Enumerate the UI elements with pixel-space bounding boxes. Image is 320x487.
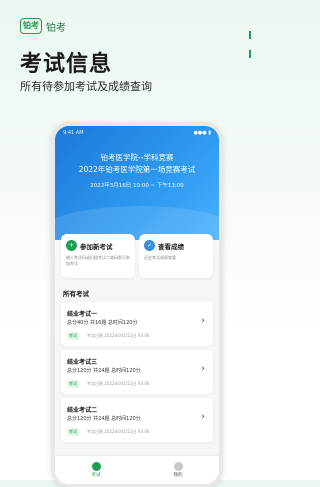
phone-mockup: 9:41 AM ●●● ▮ 铂考医学院--学科竞赛 2022年铂考医学院第一场竞… <box>51 122 223 487</box>
view-scores-desc: 历史考试成绩查看 <box>144 255 176 260</box>
exam-tag: 考试 <box>67 428 79 436</box>
exam-name: 结业考试一 <box>67 311 98 318</box>
join-exam-title: 参加新考试 <box>80 242 113 251</box>
exam-meta: 总分120分 共24题 总时间120分 <box>67 416 141 422</box>
plus-exam-icon: + <box>66 240 77 251</box>
chevron-right-icon: › <box>201 412 205 422</box>
banner-line-3: 2022年3月16日 10:00 ~ 下午13:00 <box>90 183 184 189</box>
status-time: 9:41 AM <box>63 130 84 136</box>
exam-name: 结业考试三 <box>67 359 98 366</box>
page-title: 考试信息 <box>20 52 113 77</box>
join-exam-desc: 输入考试码或扫描考试二维码即可参加考试 <box>66 255 130 266</box>
exam-item[interactable]: 结业考试三 总分120分 共24题 总时间120分 考试 考试日期 2022年0… <box>61 350 213 394</box>
section-title: 所有考试 <box>63 290 89 298</box>
exam-name: 结业考试二 <box>67 407 98 414</box>
view-scores-title: 查看成绩 <box>158 242 184 251</box>
phone-screen: 9:41 AM ●●● ▮ 铂考医学院--学科竞赛 2022年铂考医学院第一场竞… <box>55 126 219 484</box>
exam-date: 考试日期 2022年04月11日 00:00 <box>87 381 150 386</box>
tab-profile[interactable]: 我的 <box>173 462 183 478</box>
view-scores-card[interactable]: ✓ 查看成绩 历史考试成绩查看 <box>139 234 213 278</box>
profile-tab-icon <box>173 462 183 471</box>
exam-meta: 总分120分 共24题 总时间120分 <box>67 368 141 374</box>
exam-item[interactable]: 结业考试二 总分120分 共24题 总时间120分 考试 考试日期 2022年0… <box>61 398 213 442</box>
banner-line-1: 铂考医学院--学科竞赛 <box>100 153 174 162</box>
exam-tag: 考试 <box>67 380 79 388</box>
exam-item[interactable]: 结业考试一 总分40分 共16题 总时间120分 考试 考试日期 2022年04… <box>61 302 213 346</box>
status-icons: ●●● ▮ <box>193 130 211 136</box>
exam-meta: 总分40分 共16题 总时间120分 <box>67 320 138 326</box>
exam-date: 考试日期 2022年04月11日 00:00 <box>87 429 150 434</box>
exam-tag: 考试 <box>67 332 79 340</box>
exam-tab-icon <box>91 462 101 471</box>
tab-exam-label: 考试 <box>91 473 101 478</box>
brand: 铂考 铂考 <box>20 18 66 34</box>
tab-exam[interactable]: 考试 <box>91 462 101 478</box>
page-subtitle: 所有待参加考试及成绩查询 <box>20 80 152 93</box>
exam-banner[interactable]: 9:41 AM ●●● ▮ 铂考医学院--学科竞赛 2022年铂考医学院第一场竞… <box>55 126 219 266</box>
pause-icon[interactable] <box>249 24 255 58</box>
join-exam-card[interactable]: + 参加新考试 输入考试码或扫描考试二维码即可参加考试 <box>61 234 135 278</box>
exam-list: 结业考试一 总分40分 共16题 总时间120分 考试 考试日期 2022年04… <box>61 302 213 446</box>
action-cards: + 参加新考试 输入考试码或扫描考试二维码即可参加考试 ✓ 查看成绩 历史考试成… <box>61 234 213 278</box>
brand-name: 铂考 <box>46 22 66 34</box>
exam-date: 考试日期 2022年04月11日 00:00 <box>87 333 150 338</box>
tab-profile-label: 我的 <box>173 473 183 478</box>
chevron-right-icon: › <box>201 316 205 326</box>
scores-icon: ✓ <box>144 240 155 251</box>
chevron-right-icon: › <box>201 364 205 374</box>
brand-logo: 铂考 <box>20 18 42 34</box>
banner-line-2: 2022年铂考医学院第一场竞赛考试 <box>78 165 196 174</box>
